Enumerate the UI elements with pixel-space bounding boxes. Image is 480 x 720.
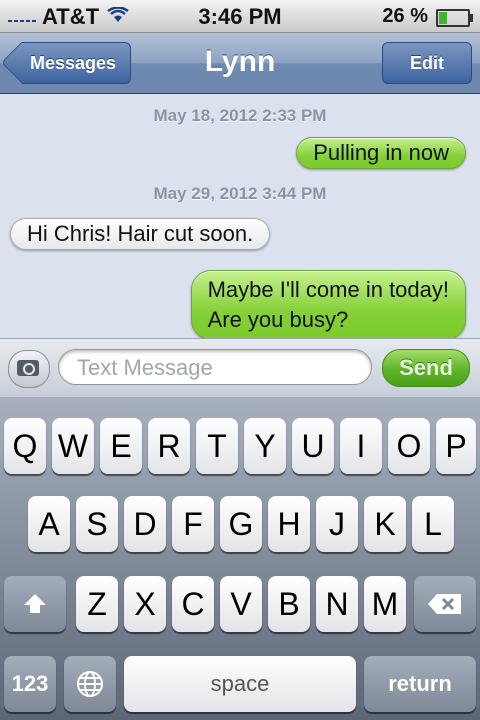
key-o[interactable]: O <box>388 418 430 474</box>
navigation-bar: Messages Lynn Edit <box>0 33 480 94</box>
key-f[interactable]: F <box>172 496 214 552</box>
shift-key[interactable] <box>4 576 66 632</box>
message-text: Pulling in now <box>313 140 449 165</box>
message-bubble-incoming[interactable]: Hi Chris! Hair cut soon. <box>10 218 271 250</box>
key-t[interactable]: T <box>196 418 238 474</box>
status-bar: AT&T 3:46 PM 26 % <box>0 0 480 33</box>
key-a[interactable]: A <box>28 496 70 552</box>
text-message-input[interactable]: Text Message <box>58 349 372 385</box>
send-button[interactable]: Send <box>382 349 470 387</box>
key-i[interactable]: I <box>340 418 382 474</box>
key-r[interactable]: R <box>148 418 190 474</box>
edit-button[interactable]: Edit <box>382 42 472 84</box>
key-x[interactable]: X <box>124 576 166 632</box>
key-e[interactable]: E <box>100 418 142 474</box>
message-bubble-outgoing[interactable]: Maybe I'll come in today! Are you busy? <box>190 270 466 338</box>
timestamp: May 18, 2012 2:33 PM <box>153 106 327 125</box>
key-m[interactable]: M <box>364 576 406 632</box>
return-key[interactable]: return <box>364 656 476 712</box>
space-key[interactable]: space <box>124 656 356 712</box>
key-c[interactable]: C <box>172 576 214 632</box>
key-v[interactable]: V <box>220 576 262 632</box>
globe-icon <box>77 671 103 697</box>
message-text: Are you busy? <box>207 307 349 332</box>
key-b[interactable]: B <box>268 576 310 632</box>
compose-bar: Text Message Send <box>0 338 480 398</box>
keyboard: Q W E R T Y U I O P A S D F G H J K L Z … <box>0 397 480 720</box>
key-j[interactable]: J <box>316 496 358 552</box>
camera-button[interactable] <box>8 350 50 388</box>
message-thread[interactable]: May 18, 2012 2:33 PM Pulling in now May … <box>0 94 480 338</box>
key-z[interactable]: Z <box>76 576 118 632</box>
key-k[interactable]: K <box>364 496 406 552</box>
key-l[interactable]: L <box>412 496 454 552</box>
key-q[interactable]: Q <box>4 418 46 474</box>
message-bubble-outgoing[interactable]: Pulling in now <box>296 137 466 169</box>
back-to-messages-button[interactable]: Messages <box>22 42 132 84</box>
key-y[interactable]: Y <box>244 418 286 474</box>
globe-key[interactable] <box>64 656 116 712</box>
shift-icon <box>24 594 46 613</box>
battery-level <box>439 12 447 24</box>
timestamp: May 29, 2012 3:44 PM <box>153 184 327 203</box>
battery-icon <box>436 9 473 27</box>
numbers-key[interactable]: 123 <box>4 656 56 712</box>
camera-icon <box>17 360 39 376</box>
battery-percentage: 26 % <box>382 5 428 27</box>
key-n[interactable]: N <box>316 576 358 632</box>
delete-key[interactable] <box>414 576 476 632</box>
key-g[interactable]: G <box>220 496 262 552</box>
key-d[interactable]: D <box>124 496 166 552</box>
key-p[interactable]: P <box>436 418 476 474</box>
message-text: Hi Chris! Hair cut soon. <box>27 221 254 246</box>
key-h[interactable]: H <box>268 496 310 552</box>
key-s[interactable]: S <box>76 496 118 552</box>
key-w[interactable]: W <box>52 418 94 474</box>
back-button-label: Messages <box>30 53 117 73</box>
key-u[interactable]: U <box>292 418 334 474</box>
message-text: Maybe I'll come in today! <box>207 277 449 302</box>
delete-icon <box>428 594 461 614</box>
